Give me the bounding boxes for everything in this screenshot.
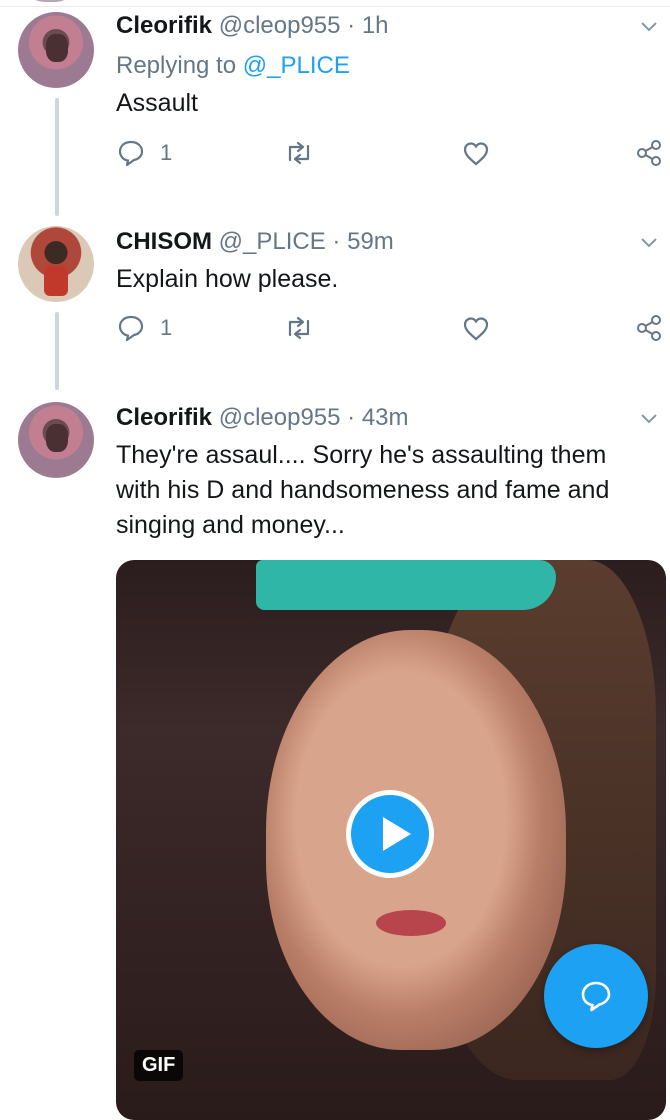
- media-bow: [256, 560, 556, 610]
- separator: ·: [347, 404, 356, 431]
- tweet-text: They're assaul.... Sorry he's assaulting…: [116, 441, 610, 539]
- replying-to-link[interactable]: @_PLICE: [243, 52, 350, 79]
- separator: ·: [332, 228, 341, 255]
- timestamp[interactable]: 43m: [362, 404, 409, 431]
- display-name[interactable]: Cleorifik: [116, 404, 212, 431]
- separator: ·: [347, 12, 356, 39]
- share-icon: [637, 315, 661, 341]
- replying-prefix: Replying to: [116, 52, 243, 79]
- timestamp[interactable]: 1h: [362, 12, 389, 39]
- chevron-down-icon[interactable]: [640, 410, 658, 428]
- reply-button[interactable]: 1: [116, 138, 172, 168]
- tweet-header: Cleorifik @cleop955 · 43m: [116, 404, 409, 432]
- play-icon[interactable]: [346, 790, 434, 878]
- display-name[interactable]: Cleorifik: [116, 12, 212, 39]
- thread-line: [55, 98, 59, 216]
- top-divider: [0, 0, 670, 7]
- avatar[interactable]: [18, 12, 94, 88]
- timestamp[interactable]: 59m: [347, 228, 394, 255]
- avatar[interactable]: [18, 402, 94, 478]
- avatar[interactable]: [18, 226, 94, 302]
- tweet-text: Explain how please.: [116, 265, 339, 293]
- reply-count: 1: [160, 315, 173, 340]
- like-button[interactable]: [461, 138, 491, 168]
- replying-to: Replying to @_PLICE: [116, 52, 350, 80]
- retweet-button[interactable]: [284, 313, 314, 343]
- tweet-header: CHISOM @_PLICE · 59m: [116, 228, 394, 256]
- reply-icon: [118, 315, 144, 342]
- reply-count: 1: [160, 140, 173, 165]
- handle[interactable]: @cleop955: [219, 404, 341, 431]
- tweet-header: Cleorifik @cleop955 · 1h: [116, 12, 389, 40]
- chevron-down-icon[interactable]: [640, 234, 658, 252]
- media-lips: [376, 910, 446, 936]
- thread-line: [55, 312, 59, 390]
- share-button[interactable]: [634, 313, 664, 343]
- gif-badge: GIF: [134, 1050, 184, 1081]
- heart-icon: [463, 317, 489, 341]
- share-icon: [637, 140, 661, 166]
- reply-icon: [118, 140, 144, 167]
- retweet-button[interactable]: [284, 138, 314, 168]
- reply-icon: [581, 981, 611, 1012]
- reply-button[interactable]: 1: [116, 313, 172, 343]
- share-button[interactable]: [634, 138, 664, 168]
- handle[interactable]: @cleop955: [219, 12, 341, 39]
- handle[interactable]: @_PLICE: [219, 228, 326, 255]
- like-button[interactable]: [461, 313, 491, 343]
- action-bar: 1: [116, 138, 666, 172]
- compose-reply-button[interactable]: [544, 944, 648, 1048]
- chevron-down-icon[interactable]: [640, 18, 658, 36]
- action-bar: 1: [116, 313, 666, 347]
- retweet-icon: [288, 141, 310, 165]
- tweet-text: Assault: [116, 89, 198, 117]
- heart-icon: [463, 142, 489, 166]
- display-name[interactable]: CHISOM: [116, 228, 212, 255]
- retweet-icon: [288, 316, 310, 340]
